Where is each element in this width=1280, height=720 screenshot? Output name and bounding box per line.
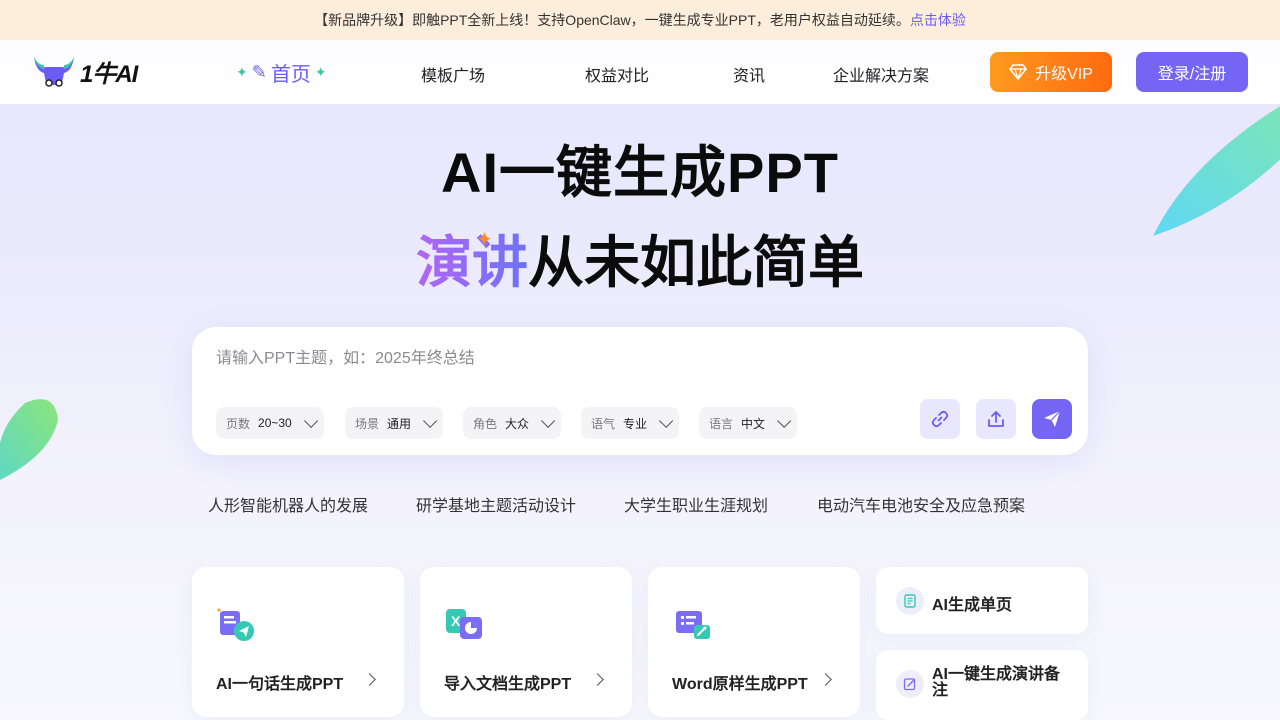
logo[interactable]: 1牛AI [32, 53, 138, 89]
side-card-label: AI一键生成演讲备注 [932, 666, 1061, 699]
chevron-right-icon [819, 673, 832, 686]
logo-text: 1牛AI [80, 60, 138, 88]
hero-subtitle-rest: 从未如此简单 [528, 231, 864, 294]
bull-logo-icon [34, 57, 74, 87]
upgrade-vip-button[interactable]: 升级VIP [990, 52, 1112, 92]
excel-chart-icon: X [446, 609, 482, 639]
chevron-down-icon [423, 413, 438, 428]
option-role[interactable]: 角色 大众 [463, 407, 562, 439]
option-language[interactable]: 语言 中文 [699, 407, 798, 439]
option-pages[interactable]: 页数 20~30 [216, 407, 324, 439]
option-label: 语言 [709, 416, 734, 431]
send-button[interactable] [1032, 399, 1072, 439]
feature-card-label: 导入文档生成PPT [444, 676, 572, 693]
banner-text: 【新品牌升级】即触PPT全新上线！支持OpenClaw，一键生成专业PPT，老用… [314, 12, 910, 28]
link-icon [931, 410, 949, 428]
prompt-input[interactable]: 请输入PPT主题，如：2025年终总结 [216, 344, 475, 368]
doc-send-icon [217, 608, 254, 641]
feature-card-import-doc[interactable]: X 导入文档生成PPT [420, 567, 632, 717]
hero-subtitle: 演讲 ✦ 从未如此简单 [0, 218, 1280, 299]
side-card-speech-notes[interactable]: AI一键生成演讲备注 [876, 650, 1088, 720]
side-card-single-page[interactable]: AI生成单页 [876, 567, 1088, 634]
hero-subtitle-highlight-text: 演讲 [416, 231, 528, 294]
login-register-button[interactable]: 登录/注册 [1136, 52, 1248, 92]
hero-title: AI一键生成PPT [441, 141, 839, 204]
sparkle-icon: ✦ [476, 229, 493, 251]
option-value: 通用 [387, 416, 412, 431]
option-value: 中文 [741, 416, 766, 431]
vip-label: 升级VIP [1035, 66, 1093, 83]
upload-button[interactable] [976, 399, 1016, 439]
feature-card-label: Word原样生成PPT [672, 676, 808, 693]
chevron-down-icon [777, 413, 792, 428]
chevron-right-icon [591, 673, 604, 686]
login-label: 登录/注册 [1157, 66, 1227, 83]
announcement-banner: 【新品牌升级】即触PPT全新上线！支持OpenClaw，一键生成专业PPT，老用… [0, 0, 1280, 40]
nav-home[interactable]: ✦ ✎ 首页 ✦ [236, 58, 327, 87]
option-label: 页数 [226, 416, 251, 431]
diamond-icon [1009, 64, 1027, 80]
nav-item-enterprise[interactable]: 企业解决方案 [833, 62, 929, 86]
option-value: 专业 [623, 416, 648, 431]
sparkle-right-icon: ✦ [314, 64, 327, 80]
svg-text:X: X [451, 613, 461, 629]
magic-wand-icon: ✎ [251, 62, 267, 82]
edit-note-icon [896, 670, 924, 698]
chevron-down-icon [659, 413, 674, 428]
hero-subtitle-highlight: 演讲 ✦ [416, 229, 528, 294]
option-label: 场景 [355, 416, 380, 431]
top-nav: 1牛AI ✦ ✎ 首页 ✦ 模板广场 权益对比 资讯 企业解决方案 升级VIP … [0, 40, 1280, 104]
upload-icon [988, 411, 1004, 427]
option-label: 语气 [591, 416, 616, 431]
option-value: 大众 [505, 416, 530, 431]
suggestion-item[interactable]: 电动汽车电池安全及应急预案 [817, 492, 1025, 516]
suggestion-item[interactable]: 人形智能机器人的发展 [208, 492, 368, 516]
page-icon [896, 587, 924, 615]
sparkle-left-icon: ✦ [236, 64, 248, 80]
link-button[interactable] [920, 399, 960, 439]
option-label: 角色 [473, 416, 498, 431]
banner-link[interactable]: 点击体验 [910, 10, 966, 30]
option-value: 20~30 [258, 416, 292, 430]
side-card-label: AI生成单页 [932, 597, 1013, 614]
chevron-down-icon [541, 413, 556, 428]
nav-item-compare[interactable]: 权益对比 [585, 62, 649, 86]
suggestion-item[interactable]: 大学生职业生涯规划 [624, 492, 768, 516]
decor-leaf-left [0, 399, 58, 480]
chevron-right-icon [363, 673, 376, 686]
nav-item-templates[interactable]: 模板广场 [421, 62, 485, 86]
feature-card-label: AI一句话生成PPT [216, 676, 344, 693]
word-magic-icon [676, 611, 710, 639]
option-scene[interactable]: 场景 通用 [345, 407, 444, 439]
feature-card-one-sentence[interactable]: AI一句话生成PPT [192, 567, 404, 717]
chevron-down-icon [303, 413, 318, 428]
suggestion-item[interactable]: 研学基地主题活动设计 [416, 492, 576, 516]
nav-item-news[interactable]: 资讯 [733, 62, 765, 86]
feature-card-word[interactable]: Word原样生成PPT [648, 567, 860, 717]
nav-home-label: 首页 [270, 64, 311, 86]
option-tone[interactable]: 语气 专业 [581, 407, 680, 439]
paper-plane-icon [1044, 410, 1061, 427]
prompt-card: 请输入PPT主题，如：2025年终总结 页数 20~30 场景 通用 角色 大众… [192, 327, 1088, 455]
